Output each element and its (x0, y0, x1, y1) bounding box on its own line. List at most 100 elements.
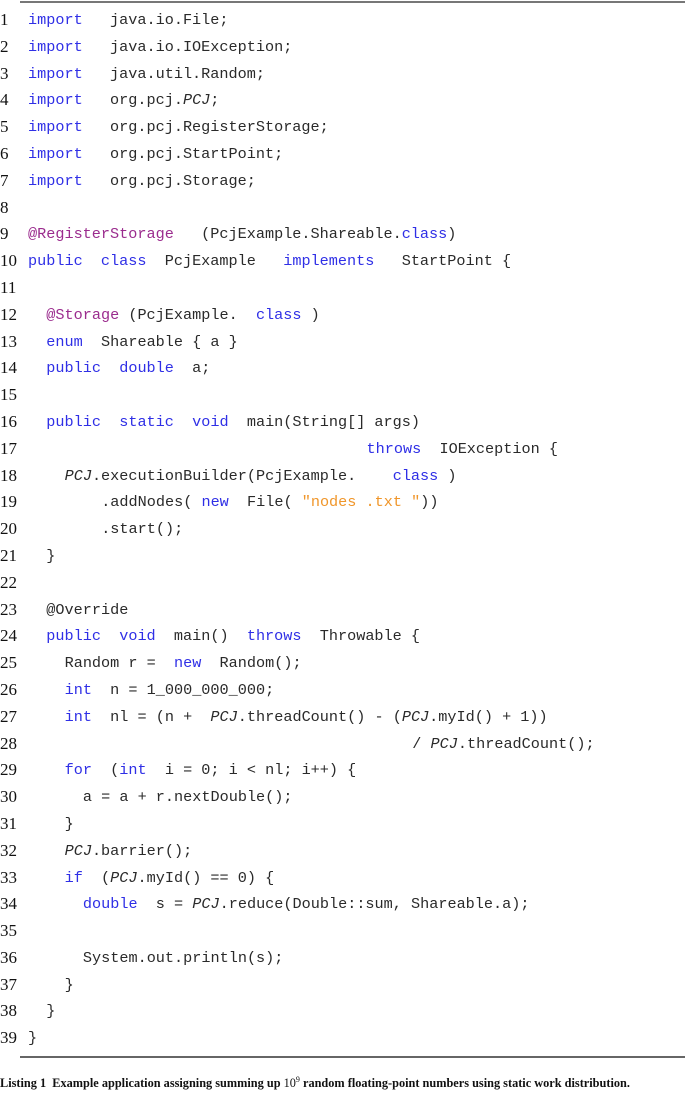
code-text: import org.pcj.StartPoint; (28, 141, 283, 168)
code-line: 10 public class PcjExample implements Sta… (0, 248, 685, 275)
keyword: if (64, 868, 83, 887)
annotation: @RegisterStorage (28, 225, 174, 244)
code-token: .barrier(); (91, 841, 193, 860)
keyword: import (28, 118, 83, 137)
code-token: .threadCount() - ( (237, 707, 402, 726)
code-token: StartPoint { (374, 252, 512, 271)
annotation: @Storage (46, 305, 120, 324)
line-number: 35 (0, 921, 17, 941)
line-number: 28 (0, 733, 17, 753)
caption-math-base: 10 (283, 1076, 296, 1091)
code-token: org.pcj. (82, 91, 183, 110)
code-line: 13 enum Shareable { a } (0, 329, 685, 356)
code-line: 38} (0, 998, 685, 1025)
code-token: ; (210, 91, 220, 110)
code-line: 17 throws IOException { (0, 436, 685, 463)
code-token: ( (82, 868, 111, 887)
code-line: 5 import org.pcj.RegisterStorage; (0, 114, 685, 141)
line-number: 29 (0, 760, 17, 780)
code-text: if (PCJ.myId() == 0) { (28, 865, 275, 892)
keyword: enum (46, 332, 83, 351)
code-token: ) (301, 305, 320, 324)
line-number: 26 (0, 679, 17, 699)
code-line: 28 / PCJ.threadCount(); (0, 731, 685, 758)
line-number: 13 (0, 331, 17, 351)
code-text: import java.util.Random; (28, 61, 265, 88)
code-token: } (28, 1029, 38, 1048)
keyword: import (28, 91, 83, 110)
line-number: 17 (0, 438, 17, 458)
code-text: public double a; (28, 355, 210, 382)
code-token: Throwable { (301, 627, 420, 646)
class-name: PCJ (210, 707, 238, 726)
keyword: int (64, 707, 92, 726)
line-number: 30 (0, 787, 17, 807)
line-number: 15 (0, 385, 17, 405)
code-token: Random r = (64, 654, 174, 673)
code-line: 34 double s = PCJ.reduce(Double::sum, Sha… (0, 891, 685, 918)
code-line: 29 for (int i = 0; i < nl; i++) { (0, 757, 685, 784)
keyword: void (119, 627, 156, 646)
code-text: @Override (28, 597, 128, 624)
code-line: 11 (0, 275, 685, 302)
code-token: } (64, 975, 74, 994)
class-name: PCJ (401, 707, 430, 726)
class-name: PCJ (64, 466, 92, 485)
code-token: ) (438, 466, 457, 485)
keyword: public (46, 412, 101, 431)
code-token: (PcjExample.Shareable. (173, 225, 402, 244)
code-text: double s = PCJ.reduce(Double::sum, Share… (28, 891, 530, 918)
code-text: a = a + r.nextDouble(); (28, 784, 293, 811)
line-number: 4 (0, 90, 9, 110)
code-token: main(String[] args) (228, 412, 421, 431)
code-line: 18 PCJ.executionBuilder(PcjExample. class… (0, 463, 685, 490)
code-text: @Storage (PcjExample. class ) (28, 302, 320, 329)
line-number: 16 (0, 411, 17, 431)
code-line: 14 public double a; (0, 355, 685, 382)
code-token: )) (420, 493, 439, 512)
code-token: s = (137, 895, 193, 914)
code-text: int nl = (n + PCJ.threadCount() - (PCJ.m… (28, 704, 548, 731)
line-number: 5 (0, 117, 9, 137)
keyword: class (255, 305, 302, 324)
code-line: 36 System.out.println(s); (0, 945, 685, 972)
code-text: import org.pcj.PCJ; (28, 87, 219, 114)
code-text: int n = 1_000_000_000; (28, 677, 275, 704)
keyword: import (28, 171, 83, 190)
line-number: 3 (0, 63, 9, 83)
code-text: import java.io.IOException; (28, 34, 292, 61)
line-number: 9 (0, 224, 9, 244)
keyword: class (100, 252, 147, 271)
keyword: double (119, 359, 174, 378)
code-line: 20 .start(); (0, 516, 685, 543)
code-token: } (64, 814, 74, 833)
code-line: 6 import org.pcj.StartPoint; (0, 141, 685, 168)
line-number: 20 (0, 519, 17, 539)
line-number: 1 (0, 10, 9, 29)
code-line: 9 @RegisterStorage (PcjExample.Shareable.… (0, 221, 685, 248)
string-literal: "nodes .txt " (301, 493, 421, 512)
keyword: new (201, 493, 229, 512)
code-text: import java.io.File; (28, 7, 229, 34)
code-token: n = 1_000_000_000; (91, 680, 275, 699)
code-text: public class PcjExample implements Start… (28, 248, 511, 275)
line-number: 36 (0, 947, 17, 967)
code-line: 12 @Storage (PcjExample. class ) (0, 302, 685, 329)
line-number: 21 (0, 545, 17, 565)
code-token: .reduce(Double::sum, Shareable.a); (219, 895, 530, 914)
code-token: .threadCount(); (457, 734, 595, 753)
line-number: 2 (0, 36, 9, 56)
code-text: / PCJ.threadCount(); (28, 731, 595, 758)
code-text: for (int i = 0; i < nl; i++) { (28, 757, 357, 784)
code-line: 35 (0, 918, 685, 945)
code-token: nl = (n + (91, 707, 211, 726)
code-text: public static void main(String[] args) (28, 409, 420, 436)
code-text: Random r = new Random(); (28, 650, 302, 677)
code-token: PcjExample (146, 252, 284, 271)
code-token: a = a + r.nextDouble(); (82, 788, 293, 807)
keyword: public (46, 359, 101, 378)
code-token: org.pcj.Storage; (82, 171, 256, 190)
